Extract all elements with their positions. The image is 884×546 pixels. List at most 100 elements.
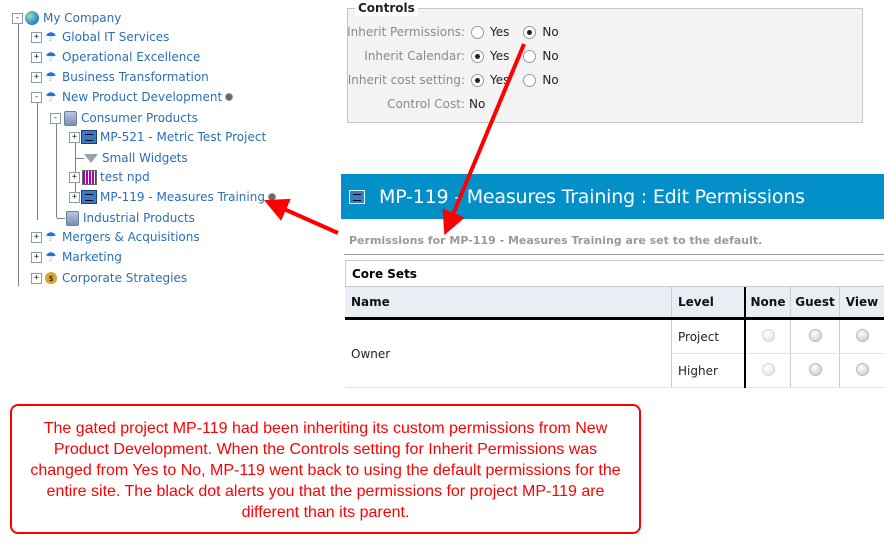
collapse-toggle[interactable]: - [12,12,23,24]
radio-label: No [542,49,559,63]
expand-toggle[interactable]: + [31,31,42,43]
tree-node-marketing[interactable]: + ☂ Marketing [31,248,122,266]
tree-node-label[interactable]: Global IT Services [62,30,169,44]
tree-node-label[interactable]: MP-119 - Measures Training [100,190,265,204]
tree-line [56,120,57,218]
tree-node-label[interactable]: Mergers & Acquisitions [62,230,200,244]
globe-icon [24,10,40,26]
inherit-permissions-row: Inherit Permissions: Yes No [347,23,571,41]
tree-node-mergers-acquisitions[interactable]: + ☂ Mergers & Acquisitions [31,228,200,246]
field-label: Inherit Permissions: [347,25,465,39]
tree-node-consumer-products[interactable]: - Consumer Products [50,109,198,127]
differs-from-parent-dot-icon [267,193,276,201]
expand-toggle[interactable]: + [69,131,80,143]
none-radio[interactable] [761,362,775,376]
permissions-status-text: Permissions for MP-119 - Measures Traini… [349,234,763,247]
umbrella-icon: ☂ [45,229,57,245]
inherit-cost-no-radio[interactable] [523,73,537,87]
radio-label: Yes [490,73,510,87]
row-level: Project [671,318,746,354]
tree-node-global-it-services[interactable]: + ☂ Global IT Services [31,28,169,46]
expand-toggle[interactable]: + [31,272,42,284]
umbrella-icon: ☂ [45,69,57,85]
field-label: Inherit Calendar: [364,49,465,63]
permissions-table: Name Level None Guest View Owner Project… [345,287,884,388]
tree-node-label[interactable]: My Company [43,11,121,25]
tree-node-mp-521[interactable]: + MP-521 - Metric Test Project [69,128,266,146]
tree-node-label[interactable]: MP-521 - Metric Test Project [100,130,266,144]
funnel-icon [83,150,99,166]
tree-node-label[interactable]: Business Transformation [62,70,209,84]
tree-node-label[interactable]: Operational Excellence [62,50,200,64]
project-icon [81,189,97,205]
radio-label: Yes [490,49,510,63]
expand-toggle[interactable]: + [31,51,42,63]
none-radio-cell [745,353,791,388]
radio-label: No [542,73,559,87]
money-bag-icon: $ [43,270,59,286]
view-radio-cell [839,353,884,388]
tree-node-label[interactable]: New Product Development [62,90,222,104]
guest-radio[interactable] [808,362,822,376]
table-row: Owner Project [345,318,884,388]
control-cost-value: No [469,97,486,111]
project-icon [349,189,365,204]
database-icon [64,210,80,226]
inherit-calendar-no-radio[interactable] [523,49,537,63]
tree-node-small-widgets[interactable]: Small Widgets [83,149,188,167]
tree-node-label[interactable]: Marketing [62,250,122,264]
inherit-calendar-yes-radio[interactable] [471,49,484,63]
none-radio[interactable] [761,328,775,342]
tree-node-business-transformation[interactable]: + ☂ Business Transformation [31,68,209,86]
inherit-calendar-row: Inherit Calendar: Yes No [347,47,571,65]
row-name-owner: Owner [345,318,672,388]
tree-node-label[interactable]: Corporate Strategies [62,271,187,285]
view-radio-cell [839,318,884,354]
table-header-row: Name Level None Guest View [345,287,884,320]
page-title: MP-119 - Measures Training : Edit Permis… [379,185,805,208]
tree-node-industrial-products[interactable]: Industrial Products [64,209,195,227]
umbrella-icon: ☂ [45,49,57,65]
expand-toggle[interactable]: + [31,71,42,83]
divider [344,254,884,255]
radio-label: No [542,25,559,39]
inherit-permissions-yes-radio[interactable] [471,25,484,39]
tree-node-new-product-development[interactable]: - ☂ New Product Development [31,88,234,106]
core-sets-heading: Core Sets [345,260,884,287]
expand-toggle[interactable]: + [69,191,80,203]
umbrella-icon: ☂ [45,29,57,45]
tree-node-test-npd[interactable]: + test npd [69,168,150,186]
tree-node-mp-119[interactable]: + MP-119 - Measures Training [69,188,276,206]
tree-node-label[interactable]: Consumer Products [81,111,198,125]
inherit-cost-row: Inherit cost setting: Yes No [347,71,571,89]
expand-toggle[interactable]: + [31,251,42,263]
column-header-guest: Guest [790,287,840,320]
inherit-permissions-no-radio[interactable] [523,25,537,39]
guest-radio-cell [790,353,840,388]
inherit-cost-yes-radio[interactable] [471,73,484,87]
tree-node-operational-excellence[interactable]: + ☂ Operational Excellence [31,48,200,66]
view-radio[interactable] [855,328,869,342]
npd-icon [81,169,97,185]
field-label: Control Cost: [387,97,465,111]
tree-node-my-company[interactable]: - My Company [12,9,121,27]
project-icon [81,129,97,145]
tree-line [37,100,38,220]
edit-permissions-title-bar: MP-119 - Measures Training : Edit Permis… [341,174,884,219]
tree-node-label[interactable]: Small Widgets [102,151,188,165]
project-tree: - My Company + ☂ Global IT Services + ☂ … [0,0,340,300]
guest-radio-cell [790,318,840,354]
tree-node-label[interactable]: test npd [100,170,150,184]
controls-legend: Controls [355,0,418,16]
column-header-none: None [745,287,791,320]
expand-toggle[interactable]: + [69,171,80,183]
view-radio[interactable] [855,362,869,376]
tree-node-corporate-strategies[interactable]: + $ Corporate Strategies [31,269,187,287]
row-level: Higher [671,353,746,388]
collapse-toggle[interactable]: - [31,91,42,103]
tree-node-label[interactable]: Industrial Products [83,211,195,225]
collapse-toggle[interactable]: - [50,112,61,124]
guest-radio[interactable] [808,328,822,342]
expand-toggle[interactable]: + [31,231,42,243]
annotation-callout: The gated project MP-119 had been inheri… [10,404,641,534]
